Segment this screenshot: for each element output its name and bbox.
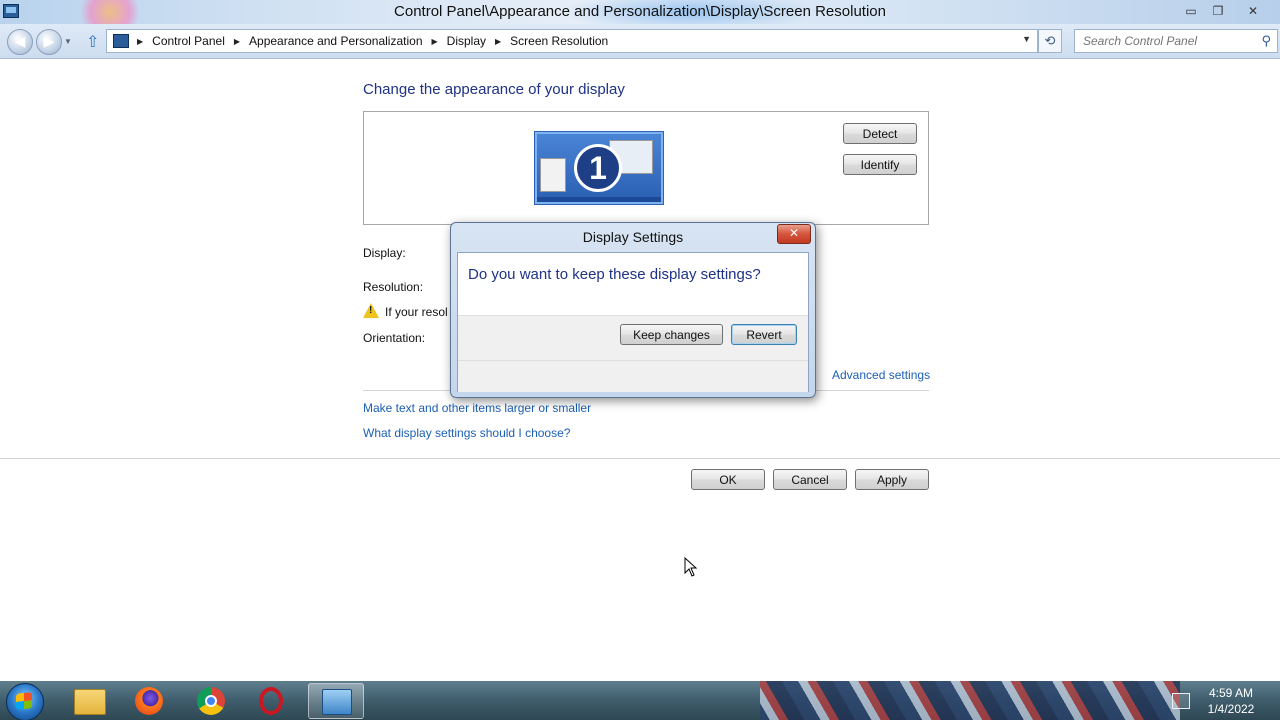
taskbar-chrome[interactable] (184, 683, 240, 719)
dialog-title: Display Settings (582, 229, 684, 245)
identify-button[interactable]: Identify (843, 154, 917, 175)
monitor-window-graphic (540, 158, 566, 192)
opera-icon (259, 687, 283, 715)
back-button[interactable]: ◀ (7, 29, 33, 55)
dialog-button-area: Keep changes Revert (458, 315, 808, 392)
windows-logo-icon (16, 692, 32, 710)
chevron-right-icon[interactable]: ▶ (432, 37, 438, 46)
title-bar: Control Panel\Appearance and Personaliza… (0, 0, 1280, 24)
keep-changes-button[interactable]: Keep changes (620, 324, 723, 345)
dialog-close-button[interactable]: ✕ (777, 224, 811, 244)
firefox-icon (135, 687, 163, 715)
detect-button[interactable]: Detect (843, 123, 917, 144)
forward-button[interactable]: ▶ (36, 29, 62, 55)
address-dropdown-icon[interactable]: ▼ (1022, 34, 1031, 44)
text-size-link[interactable]: Make text and other items larger or smal… (363, 401, 591, 415)
orientation-label: Orientation: (363, 331, 426, 345)
control-panel-icon (322, 689, 352, 715)
minimize-button[interactable]: ▭ (1178, 3, 1204, 19)
control-panel-icon (113, 34, 129, 48)
network-icon[interactable] (1172, 693, 1190, 709)
chevron-right-icon[interactable]: ▶ (234, 37, 240, 46)
resolution-label: Resolution: (363, 280, 424, 294)
taskbar-wallpaper (760, 681, 1180, 720)
apply-button[interactable]: Apply (855, 469, 929, 490)
revert-button[interactable]: Revert (731, 324, 797, 345)
taskbar-control-panel[interactable] (308, 683, 364, 719)
close-window-button[interactable]: ✕ (1240, 3, 1266, 19)
display-help-link[interactable]: What display settings should I choose? (363, 426, 570, 440)
monitor-taskbar-graphic (537, 197, 661, 202)
clock-time: 4:59 AM (1208, 686, 1254, 700)
chevron-right-icon[interactable]: ▶ (137, 37, 143, 46)
display-label: Display: (363, 246, 406, 260)
divider (0, 458, 1280, 459)
chrome-icon (197, 687, 225, 715)
clock-date: 1/4/2022 (1207, 702, 1255, 716)
page-title: Change the appearance of your display (363, 81, 625, 98)
search-icon[interactable]: ⚲ (1261, 33, 1271, 49)
chevron-right-icon[interactable]: ▶ (495, 37, 501, 46)
ok-button[interactable]: OK (691, 469, 765, 490)
monitor-1-thumbnail[interactable]: 1 (535, 132, 663, 204)
taskbar-firefox[interactable] (122, 683, 178, 719)
divider (458, 360, 808, 361)
search-input[interactable] (1081, 32, 1255, 50)
address-bar[interactable]: ▶ Control Panel ▶ Appearance and Persona… (106, 29, 1038, 53)
cancel-button[interactable]: Cancel (773, 469, 847, 490)
breadcrumb: ▶ Control Panel ▶ Appearance and Persona… (137, 30, 608, 52)
resolution-warning-text: If your resol (385, 305, 448, 319)
restore-button[interactable]: ❐ (1205, 3, 1231, 19)
taskbar: 4:59 AM 1/4/2022 (0, 681, 1280, 720)
warning-icon (363, 303, 379, 318)
breadcrumb-screen-resolution[interactable]: Screen Resolution (510, 34, 608, 48)
start-button[interactable] (6, 683, 44, 720)
display-settings-dialog: Display Settings ✕ Do you want to keep t… (450, 222, 816, 398)
folder-icon (74, 689, 106, 715)
recent-pages-dropdown-icon[interactable]: ▼ (64, 37, 72, 46)
refresh-button[interactable]: ⟲ (1038, 29, 1062, 53)
breadcrumb-appearance[interactable]: Appearance and Personalization (249, 34, 422, 48)
dialog-message: Do you want to keep these display settin… (468, 266, 761, 283)
system-clock[interactable]: 4:59 AM 1/4/2022 (1196, 685, 1266, 717)
search-box[interactable]: ⚲ (1074, 29, 1278, 53)
window-title: Control Panel\Appearance and Personaliza… (394, 3, 886, 20)
breadcrumb-control-panel[interactable]: Control Panel (152, 34, 225, 48)
monitor-number: 1 (574, 144, 622, 192)
address-toolbar: ◀ ▶ ▼ ⇧ ▶ Control Panel ▶ Appearance and… (0, 24, 1280, 59)
breadcrumb-display[interactable]: Display (447, 34, 486, 48)
up-arrow-icon[interactable]: ⇧ (86, 32, 99, 52)
dialog-body: Do you want to keep these display settin… (457, 252, 809, 392)
taskbar-opera[interactable] (246, 683, 302, 719)
taskbar-explorer[interactable] (62, 683, 118, 719)
advanced-settings-link[interactable]: Advanced settings (832, 368, 930, 382)
